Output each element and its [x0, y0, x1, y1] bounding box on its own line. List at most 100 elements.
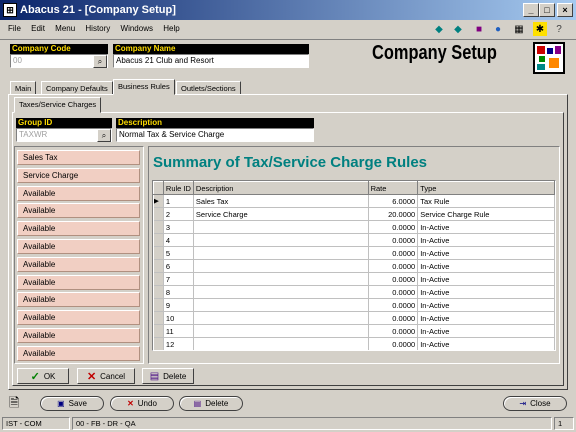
menu-edit[interactable]: Edit: [27, 20, 49, 37]
page-title: Company Setup: [372, 42, 497, 64]
save-label: Save: [68, 399, 87, 408]
table-row[interactable]: 6 0.0000 In-Active: [153, 259, 555, 273]
row-selector[interactable]: [153, 298, 164, 312]
cell-rate: 0.0000: [368, 311, 419, 325]
back-arrow-icon[interactable]: ◆: [432, 22, 446, 36]
globe-icon[interactable]: ●: [491, 22, 505, 36]
cell-rate: 0.0000: [368, 324, 419, 338]
rule-button[interactable]: Available: [17, 185, 140, 201]
row-pointer-icon[interactable]: ▶: [153, 194, 164, 208]
cell-type: In-Active: [417, 311, 555, 325]
header-rule-id[interactable]: Rule ID: [162, 181, 194, 195]
rule-button[interactable]: Available: [17, 239, 140, 254]
cell-description: [193, 233, 369, 247]
cancel-button[interactable]: ✕ Cancel: [77, 368, 135, 384]
rule-button[interactable]: Service Charge: [17, 167, 140, 183]
tab-business-rules[interactable]: Business Rules: [113, 79, 175, 95]
cell-description: [193, 298, 369, 312]
footer-delete-button[interactable]: ▤ Delete: [179, 396, 243, 411]
status-page: 1: [554, 417, 574, 430]
save-button[interactable]: ▣ Save: [40, 396, 104, 411]
table-row[interactable]: 7 0.0000 In-Active: [153, 272, 555, 286]
row-selector[interactable]: [153, 285, 164, 299]
rule-button[interactable]: Available: [17, 310, 140, 326]
header-rate[interactable]: Rate: [367, 181, 419, 195]
rule-button[interactable]: Available: [17, 221, 140, 237]
company-name-field[interactable]: Abacus 21 Club and Resort: [113, 54, 309, 68]
row-selector[interactable]: [153, 337, 164, 350]
cell-rate: 0.0000: [368, 220, 419, 234]
table-row[interactable]: 3 0.0000 In-Active: [153, 220, 555, 234]
row-selector[interactable]: [153, 311, 164, 325]
menu-bar: File Edit Menu History Windows Help: [0, 20, 576, 40]
rule-button[interactable]: Available: [17, 274, 140, 290]
cell-rule-id: 5: [163, 246, 194, 260]
company-code-lookup-icon[interactable]: ⌕: [93, 55, 107, 68]
header-type[interactable]: Type: [417, 181, 555, 195]
ok-button[interactable]: ✓ OK: [17, 368, 69, 384]
menu-windows[interactable]: Windows: [117, 20, 157, 37]
cell-rule-id: 10: [163, 311, 194, 325]
group-id-lookup-icon[interactable]: ⌕: [97, 129, 111, 142]
close-button[interactable]: ⇥ Close: [503, 396, 567, 411]
rule-button[interactable]: Available: [17, 203, 140, 219]
table-row[interactable]: 11 0.0000 In-Active: [153, 324, 555, 338]
header-description[interactable]: Description: [192, 181, 369, 195]
rule-button[interactable]: Sales Tax: [17, 150, 140, 165]
row-selector[interactable]: [153, 207, 164, 221]
tab-company-defaults[interactable]: Company Defaults: [41, 81, 113, 95]
forward-arrow-icon[interactable]: ◆: [451, 22, 465, 36]
cell-type: In-Active: [417, 324, 555, 338]
table-row[interactable]: 8 0.0000 In-Active: [153, 285, 555, 299]
row-selector[interactable]: [153, 272, 164, 286]
menu-history[interactable]: History: [81, 20, 114, 37]
row-selector[interactable]: [153, 220, 164, 234]
row-selector[interactable]: [153, 324, 164, 338]
cell-type: In-Active: [417, 285, 555, 299]
app-icon: ⊞: [3, 3, 17, 17]
document-icon[interactable]: 🗎: [9, 394, 19, 416]
table-row[interactable]: 10 0.0000 In-Active: [153, 311, 555, 325]
table-row[interactable]: ▶ 1 Sales Tax 6.0000 Tax Rule: [153, 194, 555, 208]
checkmark-icon: ✓: [30, 370, 40, 383]
undo-button[interactable]: ✕ Undo: [110, 396, 174, 411]
subtab-taxes-service-charges[interactable]: Taxes/Service Charges: [14, 97, 102, 113]
runner-icon[interactable]: ✱: [533, 22, 547, 36]
table-row[interactable]: 9 0.0000 In-Active: [153, 298, 555, 312]
cell-type: In-Active: [417, 298, 555, 312]
cell-rate: 20.0000: [368, 207, 419, 221]
menu-help[interactable]: Help: [159, 20, 183, 37]
footer-delete-icon: ▤: [193, 399, 202, 408]
rule-button[interactable]: Available: [17, 345, 140, 361]
rule-button[interactable]: Available: [17, 256, 140, 272]
tab-outlets-sections[interactable]: Outlets/Sections: [176, 81, 241, 95]
delete-rule-button[interactable]: ▤ Delete: [142, 368, 194, 384]
summary-title: Summary of Tax/Service Charge Rules: [153, 154, 427, 171]
cell-type: Service Charge Rule: [417, 207, 555, 221]
tab-main[interactable]: Main: [10, 81, 37, 95]
row-selector[interactable]: [153, 233, 164, 247]
table-row[interactable]: 2 Service Charge 20.0000 Service Charge Rul…: [153, 207, 555, 221]
maximize-button[interactable]: □: [539, 3, 555, 17]
help-icon[interactable]: ?: [552, 22, 566, 36]
rule-button[interactable]: Available: [17, 292, 140, 308]
row-selector[interactable]: [153, 259, 164, 273]
books-icon[interactable]: ■: [472, 22, 486, 36]
rule-button[interactable]: Available: [17, 328, 140, 343]
table-row[interactable]: 5 0.0000 In-Active: [153, 246, 555, 260]
table-row[interactable]: 12 0.0000 In-Active: [153, 337, 555, 350]
table-row[interactable]: 4 0.0000 In-Active: [153, 233, 555, 247]
menu-menu[interactable]: Menu: [51, 20, 79, 37]
calculator-icon[interactable]: ▦: [512, 22, 526, 36]
group-description-field[interactable]: Normal Tax & Service Charge: [116, 128, 314, 142]
cell-description: [193, 311, 369, 325]
row-selector[interactable]: [153, 246, 164, 260]
cell-description: Service Charge: [193, 207, 369, 221]
minimize-button[interactable]: _: [523, 3, 539, 17]
x-icon: ✕: [86, 370, 97, 383]
cell-description: [193, 220, 369, 234]
close-window-button[interactable]: ×: [557, 3, 573, 17]
menu-file[interactable]: File: [0, 20, 25, 37]
company-code-label: Company Code: [10, 44, 108, 54]
company-name-label: Company Name: [113, 44, 309, 54]
